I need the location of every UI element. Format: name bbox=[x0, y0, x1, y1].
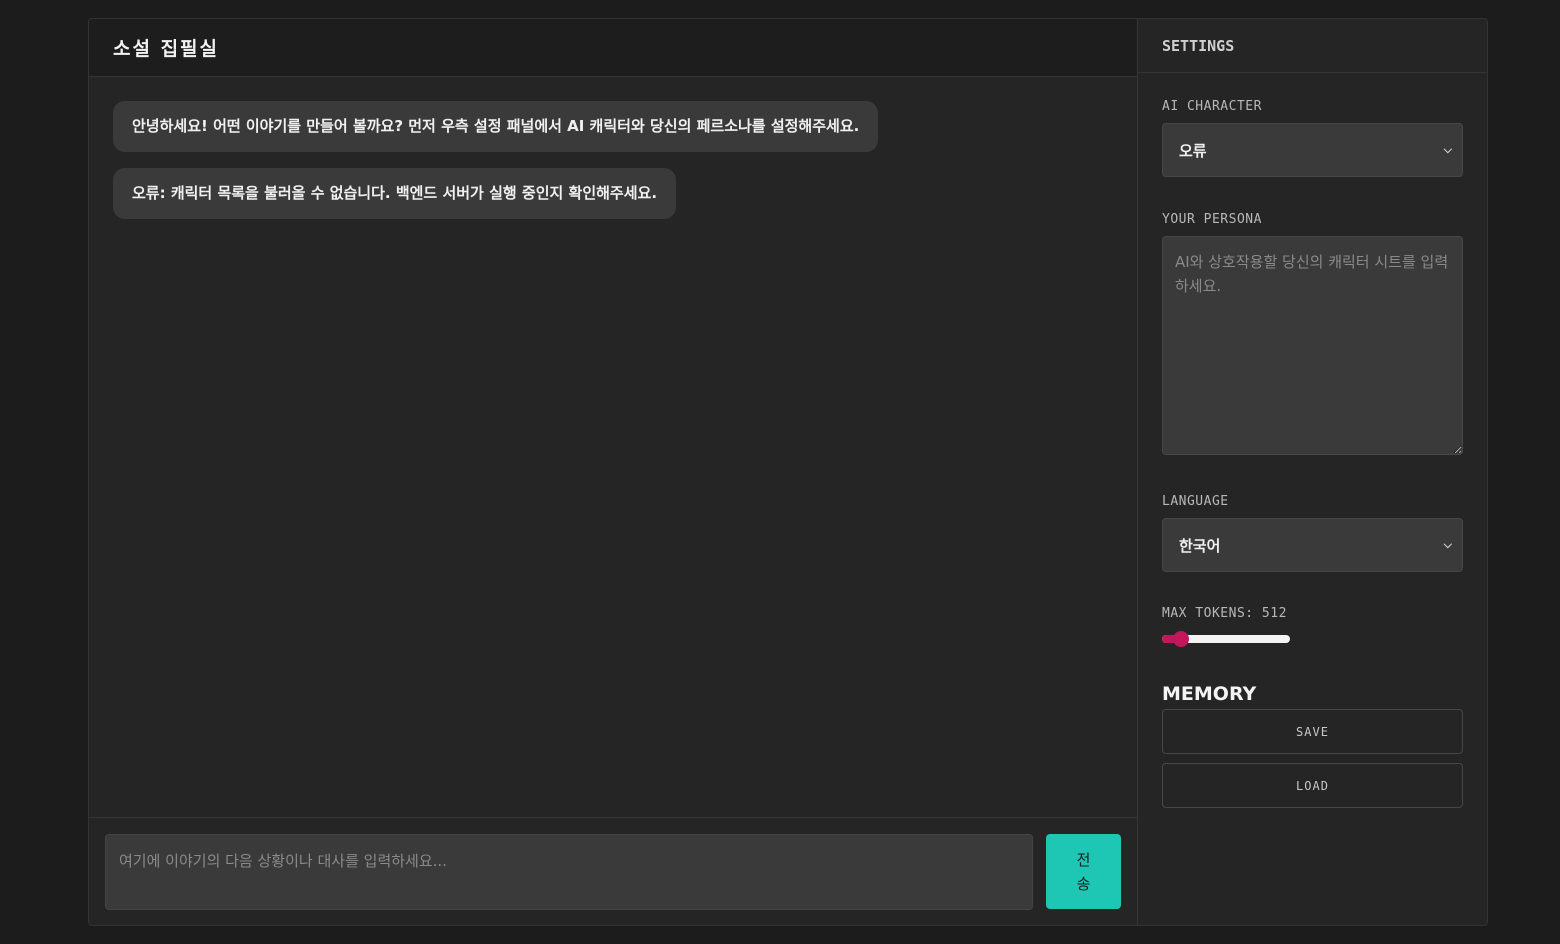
page-title: 소설 집필실 bbox=[113, 38, 220, 60]
language-select[interactable]: 한국어 ⌵ bbox=[1162, 518, 1463, 572]
ai-character-value: 오류 bbox=[1179, 141, 1207, 160]
composer: 전송 bbox=[89, 817, 1137, 925]
settings-title: SETTINGS bbox=[1162, 36, 1235, 55]
ai-character-label: AI CHARACTER bbox=[1162, 99, 1262, 114]
save-button[interactable]: SAVE bbox=[1162, 709, 1463, 754]
max-tokens-slider[interactable] bbox=[1162, 631, 1290, 647]
persona-label: YOUR PERSONA bbox=[1162, 212, 1262, 227]
settings-body: AI CHARACTER 오류 ⌵ YOUR PERSONA LANGUAGE … bbox=[1138, 73, 1487, 817]
app-window: 소설 집필실 안녕하세요! 어떤 이야기를 만들어 볼까요? 먼저 우측 설정 … bbox=[88, 18, 1488, 926]
chat-panel: 소설 집필실 안녕하세요! 어떤 이야기를 만들어 볼까요? 먼저 우측 설정 … bbox=[89, 19, 1138, 925]
message-bubble-error: 오류: 캐릭터 목록을 불러올 수 없습니다. 백엔드 서버가 실행 중인지 확… bbox=[113, 168, 677, 219]
slider-thumb[interactable] bbox=[1173, 631, 1189, 647]
persona-textarea[interactable] bbox=[1162, 236, 1463, 455]
language-label: LANGUAGE bbox=[1162, 494, 1229, 509]
chevron-down-icon: ⌵ bbox=[1443, 143, 1452, 156]
message-input[interactable] bbox=[105, 834, 1033, 910]
language-value: 한국어 bbox=[1179, 536, 1221, 555]
chat-header: 소설 집필실 bbox=[89, 19, 1137, 77]
settings-panel: SETTINGS AI CHARACTER 오류 ⌵ YOUR PERSONA … bbox=[1138, 19, 1487, 925]
max-tokens-label: MAX TOKENS: 512 bbox=[1162, 606, 1287, 621]
message-list: 안녕하세요! 어떤 이야기를 만들어 볼까요? 먼저 우측 설정 패널에서 AI… bbox=[89, 77, 1137, 817]
load-button[interactable]: LOAD bbox=[1162, 763, 1463, 808]
settings-header: SETTINGS bbox=[1138, 19, 1487, 73]
ai-character-select[interactable]: 오류 ⌵ bbox=[1162, 123, 1463, 177]
chevron-down-icon: ⌵ bbox=[1443, 538, 1452, 551]
send-button[interactable]: 전송 bbox=[1046, 834, 1121, 909]
message-bubble-greeting: 안녕하세요! 어떤 이야기를 만들어 볼까요? 먼저 우측 설정 패널에서 AI… bbox=[113, 101, 879, 152]
memory-title: MEMORY bbox=[1162, 683, 1257, 705]
